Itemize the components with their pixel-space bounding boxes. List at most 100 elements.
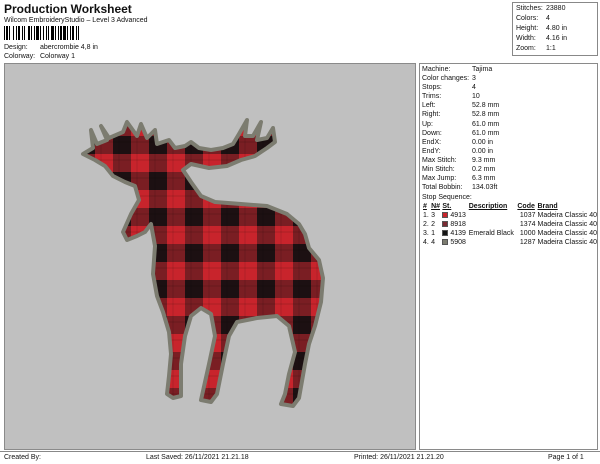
stop-needle: 3 xyxy=(431,212,435,220)
stop-needle: 1 xyxy=(431,230,435,238)
machine-info-label: Machine: xyxy=(422,66,451,73)
summary-row: Height: 4.80 in xyxy=(516,24,594,34)
machine-info-row: EndX: 0.00 in xyxy=(422,138,595,147)
summary-label: Zoom: xyxy=(516,45,536,52)
machine-info-value: 0.2 mm xyxy=(472,166,496,174)
moose-embroidery-image xyxy=(81,118,325,408)
machine-info-panel: Machine: Tajima Color changes: 3 Stops: 4 Trim… xyxy=(419,63,598,450)
stop-index: 4. xyxy=(423,239,429,247)
color-swatch xyxy=(442,221,449,228)
summary-label: Stitches: xyxy=(516,5,543,12)
stop-stitches: 4139 xyxy=(441,229,467,238)
summary-label: Width: xyxy=(516,35,536,42)
summary-value: 4 xyxy=(546,15,550,22)
machine-info-label: EndX: xyxy=(422,138,442,146)
machine-info-row: Max Stitch: 9.3 mm xyxy=(422,156,595,165)
design-label: Design: xyxy=(4,44,28,51)
printed-date: Printed: 26/11/2021 21.21.20 xyxy=(354,454,444,461)
stop-description xyxy=(468,220,517,229)
summary-value: 4.16 in xyxy=(546,35,568,42)
stop-index: 2. xyxy=(423,221,429,229)
machine-info-label: Max Jump: xyxy=(422,175,457,183)
machine-info-label: Right: xyxy=(422,111,441,119)
summary-label: Colors: xyxy=(516,15,539,22)
machine-info-value: 0.00 in xyxy=(472,138,494,146)
machine-info-label: Up: xyxy=(422,120,433,128)
col-index-header: # xyxy=(423,203,427,211)
stop-sequence-table: # N# St. Description Code Brand 1. 3 4913 1… xyxy=(422,202,600,247)
color-swatch xyxy=(442,230,449,237)
machine-info-label: Trims: xyxy=(422,93,442,101)
machine-info-row: Right: 52.8 mm xyxy=(422,110,595,119)
summary-box: Stitches: 23880 Colors: 4 Height: 4.80 in W… xyxy=(512,2,598,56)
colorway-value: Colorway 1 xyxy=(39,53,75,60)
machine-info-row: EndY: 0.00 in xyxy=(422,147,595,156)
color-swatch xyxy=(442,239,449,246)
barcode xyxy=(4,26,152,40)
machine-info-value: 6.3 mm xyxy=(472,175,496,183)
summary-value: 4.80 in xyxy=(546,25,568,32)
colorway-label: Colorway: xyxy=(4,53,36,60)
machine-info-value: 61.0 mm xyxy=(472,120,500,128)
machine-info-label: Stops: xyxy=(422,84,442,92)
machine-info-value: 4 xyxy=(472,84,476,92)
design-line: Design: abercrombie 4,8 in xyxy=(4,44,98,51)
machine-info-label: Total Bobbin: xyxy=(422,184,463,192)
machine-info-value: 0.00 in xyxy=(472,147,494,155)
footer: Created By: Last Saved: 26/11/2021 21.21… xyxy=(0,451,600,463)
last-saved: Last Saved: 26/11/2021 21.21.18 xyxy=(146,454,249,461)
machine-info-row: Max Jump: 6.3 mm xyxy=(422,174,595,183)
stop-brand: Madeira Classic 40 xyxy=(537,230,598,238)
machine-info-row: Total Bobbin: 134.03ft xyxy=(422,183,595,192)
machine-info-row: Color changes: 3 xyxy=(422,74,595,83)
machine-info-row: Trims: 10 xyxy=(422,92,595,101)
machine-info-row: Stops: 4 xyxy=(422,83,595,92)
machine-info-label: Color changes: xyxy=(422,75,470,83)
machine-info-label: Down: xyxy=(422,129,442,137)
created-by: Created By: xyxy=(4,454,41,461)
machine-info-row: Up: 61.0 mm xyxy=(422,120,595,129)
summary-row: Zoom: 1:1 xyxy=(516,44,594,54)
summary-value: 23880 xyxy=(546,5,566,12)
stop-brand: Madeira Classic 40 xyxy=(537,239,598,247)
software-subtitle: Wilcom EmbroideryStudio – Level 3 Advanc… xyxy=(4,17,148,24)
summary-row: Stitches: 23880 xyxy=(516,4,594,14)
machine-info-label: Min Stitch: xyxy=(422,166,455,174)
stop-description xyxy=(468,211,517,220)
stop-needle: 2 xyxy=(431,221,435,229)
machine-info-value: 61.0 mm xyxy=(472,129,500,137)
machine-info-value: 9.3 mm xyxy=(472,156,496,164)
machine-info-row: Down: 61.0 mm xyxy=(422,129,595,138)
color-swatch xyxy=(442,212,449,219)
summary-row: Width: 4.16 in xyxy=(516,34,594,44)
machine-info-value: 3 xyxy=(472,75,476,83)
barcode-graphic xyxy=(4,26,79,40)
machine-info-value: 52.8 mm xyxy=(472,102,500,110)
colorway-line: Colorway: Colorway 1 xyxy=(4,53,75,60)
machine-info-label: Max Stitch: xyxy=(422,156,457,164)
stop-stitches: 4913 xyxy=(441,211,467,220)
stop-description xyxy=(468,238,517,247)
col-description-header: Description xyxy=(468,203,508,211)
machine-info-value: 52.8 mm xyxy=(472,111,500,119)
stop-code: 1374 xyxy=(519,221,536,229)
stop-description: Emerald Black xyxy=(468,230,514,238)
table-row: 3. 1 4139 Emerald Black 1000 Madeira Classic … xyxy=(422,229,600,238)
stop-sequence-title: Stop Sequence: xyxy=(422,194,472,202)
stop-brand: Madeira Classic 40 xyxy=(537,221,598,229)
summary-row: Colors: 4 xyxy=(516,14,594,24)
stop-needle: 4 xyxy=(431,239,435,247)
stop-stitch-count: 4913 xyxy=(450,212,466,220)
summary-label: Height: xyxy=(516,25,539,32)
machine-info-value: Tajima xyxy=(472,66,493,73)
moose-silhouette xyxy=(81,118,325,408)
design-preview xyxy=(4,63,416,450)
col-brand-header: Brand xyxy=(537,203,558,211)
machine-info-value: 134.03ft xyxy=(472,184,498,192)
machine-info-row: Min Stitch: 0.2 mm xyxy=(422,165,595,174)
table-row: 4. 4 5908 1287 Madeira Classic 40 xyxy=(422,238,600,247)
design-value: abercrombie 4,8 in xyxy=(39,44,98,51)
table-row: 1. 3 4913 1037 Madeira Classic 40 xyxy=(422,211,600,220)
col-needle-header: N# xyxy=(431,203,441,211)
stop-sequence-header-row: # N# St. Description Code Brand xyxy=(422,202,600,211)
